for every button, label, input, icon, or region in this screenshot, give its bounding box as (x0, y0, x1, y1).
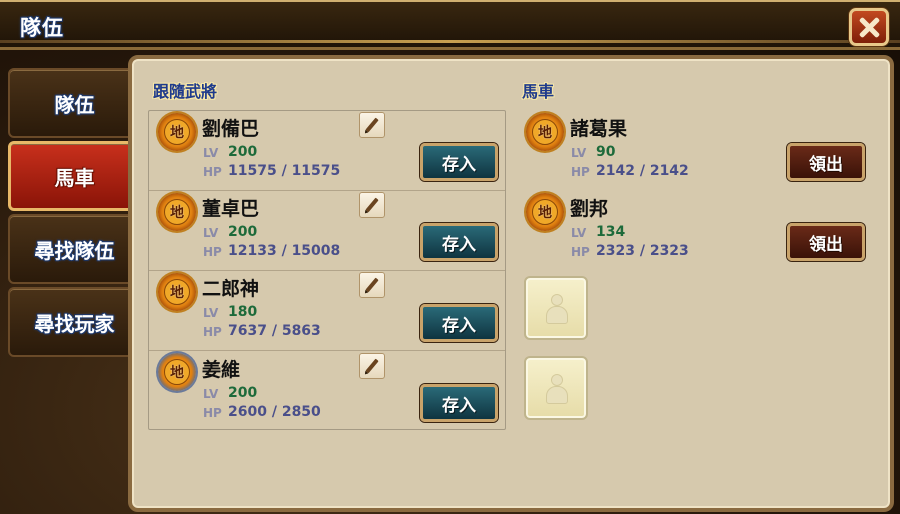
tab-team[interactable]: 隊伍 (8, 68, 141, 138)
store-button-label: 存入 (442, 395, 476, 416)
followers-title: 跟隨武將 (153, 82, 218, 101)
tab-find-team-label: 尋找隊伍 (34, 238, 115, 263)
hp-value: 11575 / 11575 (228, 163, 341, 179)
earth-badge-icon: 地 (158, 113, 196, 151)
empty-slot[interactable] (524, 276, 588, 340)
withdraw-button[interactable]: 領出 (787, 143, 865, 181)
general-name: 劉邦 (570, 198, 609, 220)
tab-carriage[interactable]: 馬車 (8, 141, 141, 211)
tab-find-player[interactable]: 尋找玩家 (8, 287, 141, 357)
window-title: 隊伍 (20, 16, 64, 40)
hp-label: HP (571, 165, 590, 179)
hp-label: HP (203, 245, 222, 259)
pencil-icon (365, 117, 379, 133)
tab-find-team[interactable]: 尋找隊伍 (8, 214, 141, 284)
lv-label: LV (203, 146, 219, 160)
hp-label: HP (571, 245, 590, 259)
level-value: 180 (228, 304, 258, 320)
general-name: 諸葛果 (570, 118, 628, 140)
store-button-label: 存入 (442, 234, 476, 255)
pencil-icon (365, 277, 379, 293)
store-button-label: 存入 (442, 315, 476, 336)
earth-badge-icon: 地 (158, 273, 196, 311)
general-name: 姜維 (202, 359, 241, 381)
store-button[interactable]: 存入 (420, 384, 498, 422)
hp-value: 2600 / 2850 (228, 404, 321, 420)
level-value: 200 (228, 385, 258, 401)
empty-figure-icon (546, 294, 568, 324)
store-button[interactable]: 存入 (420, 223, 498, 261)
hp-value: 2323 / 2323 (596, 243, 689, 259)
hp-label: HP (203, 406, 222, 420)
title-bar (0, 0, 900, 50)
edit-button[interactable] (359, 353, 385, 379)
tab-carriage-label: 馬車 (54, 165, 95, 190)
edit-button[interactable] (359, 272, 385, 298)
lv-label: LV (203, 387, 219, 401)
title-bar-trim (0, 40, 900, 43)
close-icon (858, 16, 880, 38)
earth-badge-icon: 地 (158, 353, 196, 391)
hp-value: 12133 / 15008 (228, 243, 341, 259)
hp-value: 2142 / 2142 (596, 163, 689, 179)
withdraw-button[interactable]: 領出 (787, 223, 865, 261)
level-value: 200 (228, 144, 258, 160)
empty-slot[interactable] (524, 356, 588, 420)
earth-badge-icon: 地 (526, 113, 564, 151)
general-name: 二郎神 (202, 278, 260, 300)
level-value: 134 (596, 224, 626, 240)
store-button[interactable]: 存入 (420, 143, 498, 181)
carriage-title: 馬車 (522, 82, 555, 101)
withdraw-button-label: 領出 (809, 234, 843, 255)
general-name: 劉備巴 (202, 118, 260, 140)
pencil-icon (365, 197, 379, 213)
hp-label: HP (203, 325, 222, 339)
level-value: 90 (596, 144, 616, 160)
edit-button[interactable] (359, 112, 385, 138)
level-value: 200 (228, 224, 258, 240)
hp-value: 7637 / 5863 (228, 323, 321, 339)
lv-label: LV (571, 146, 587, 160)
empty-figure-icon (546, 374, 568, 404)
general-name: 董卓巴 (202, 198, 260, 220)
hp-label: HP (203, 165, 222, 179)
store-button[interactable]: 存入 (420, 304, 498, 342)
pencil-icon (365, 358, 379, 374)
withdraw-button-label: 領出 (809, 154, 843, 175)
close-button[interactable] (849, 8, 889, 46)
lv-label: LV (571, 226, 587, 240)
lv-label: LV (203, 306, 219, 320)
earth-badge-icon: 地 (526, 193, 564, 231)
store-button-label: 存入 (442, 154, 476, 175)
tab-find-player-label: 尋找玩家 (34, 311, 115, 336)
earth-badge-icon: 地 (158, 193, 196, 231)
tab-team-label: 隊伍 (54, 92, 95, 117)
lv-label: LV (203, 226, 219, 240)
edit-button[interactable] (359, 192, 385, 218)
